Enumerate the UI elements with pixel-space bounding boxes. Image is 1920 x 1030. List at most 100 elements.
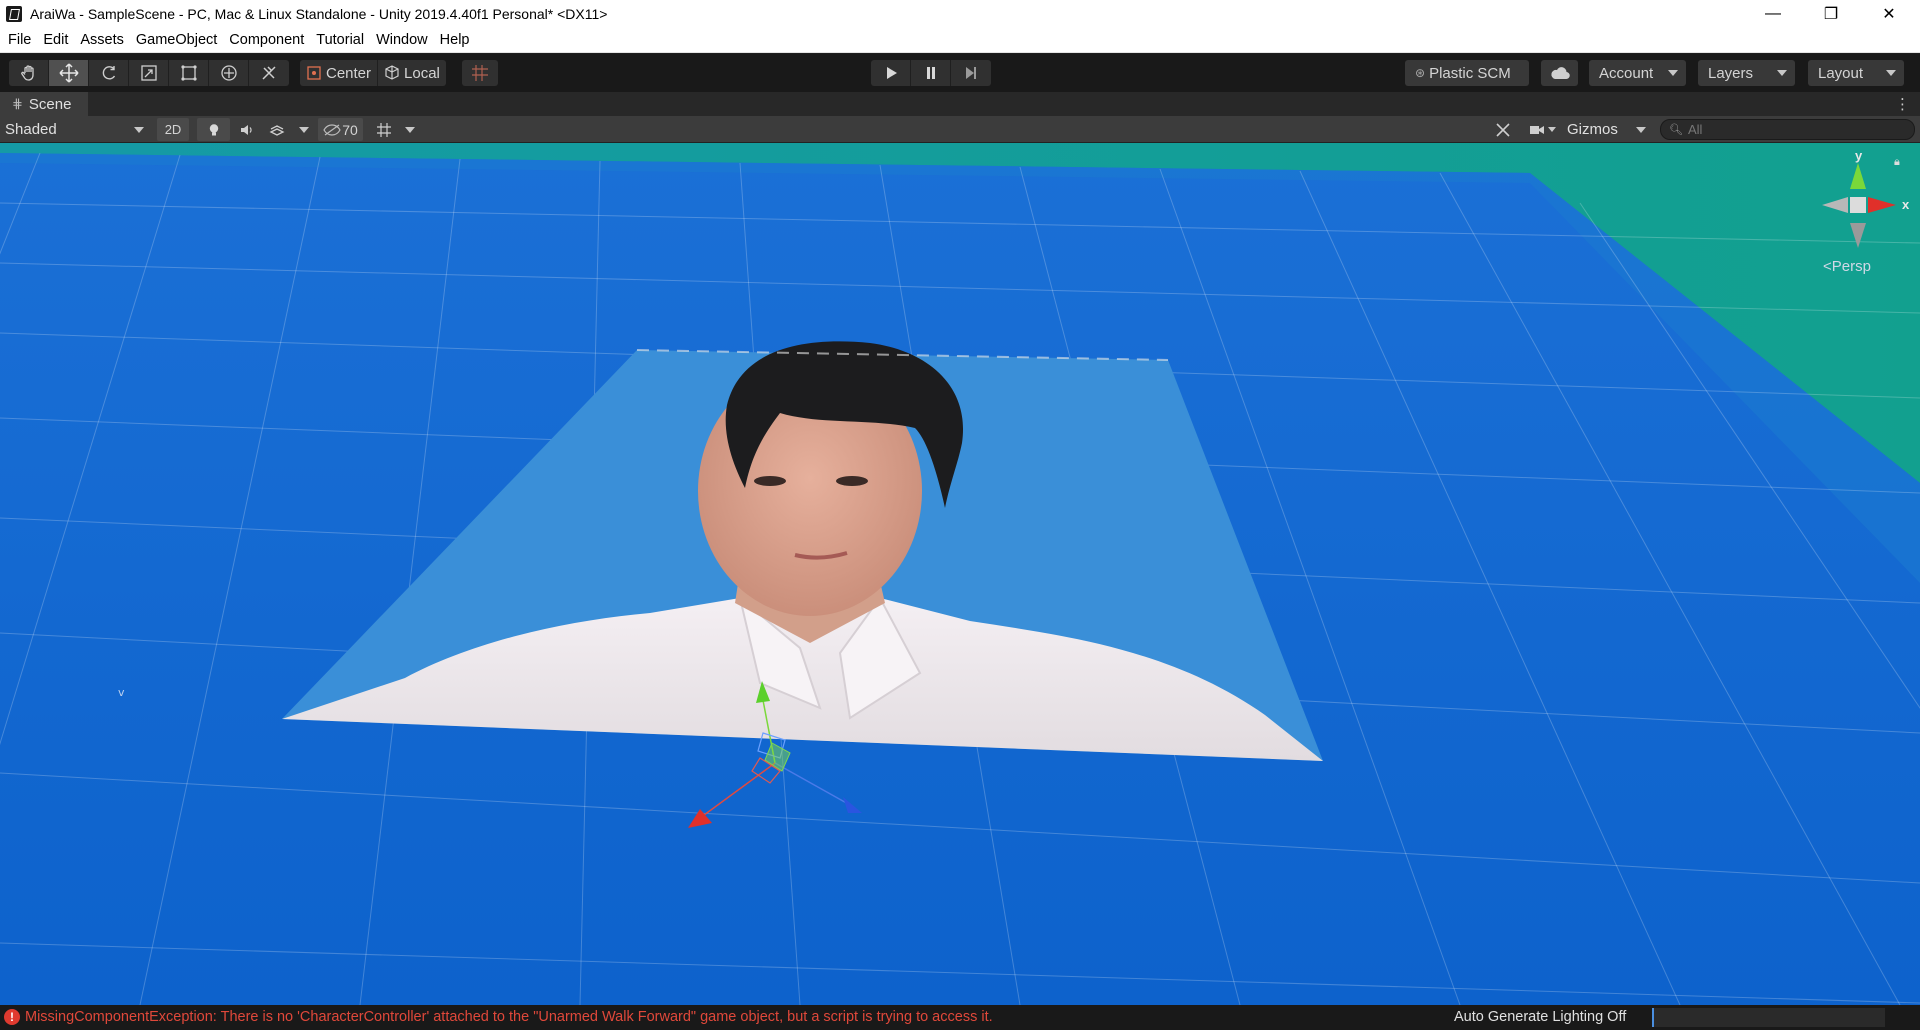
scene-tools-button[interactable] [1489, 118, 1517, 141]
move-tool-button[interactable] [49, 60, 89, 86]
scene-tab-bar: ⋕ Scene ⋮ [0, 92, 1920, 116]
chevron-down-icon [1547, 127, 1556, 132]
layers-label: Layers [1708, 64, 1754, 82]
rect-tool-button[interactable] [169, 60, 209, 86]
lightbulb-icon [209, 123, 218, 135]
effects-layers-icon [269, 124, 285, 136]
tab-scene-label: Scene [28, 95, 72, 113]
playmode-controls [871, 60, 991, 86]
plastic-scm-button[interactable]: ⊛ Plastic SCM [1405, 60, 1529, 86]
menu-edit[interactable]: Edit [37, 32, 74, 48]
cloud-button[interactable] [1541, 60, 1578, 86]
lighting-status[interactable]: Auto Generate Lighting Off [1454, 1009, 1626, 1025]
bake-progress-bar [1652, 1008, 1885, 1027]
transform-icon [220, 65, 237, 81]
plastic-scm-icon: ⊛ [1415, 66, 1426, 80]
error-icon: ! [4, 1009, 20, 1025]
scene-toolbar: Shaded 2D 70 Gizmos 🔍︎ All [0, 116, 1920, 143]
console-error-message[interactable]: MissingComponentException: There is no '… [25, 1009, 993, 1025]
scale-tool-button[interactable] [129, 60, 169, 86]
scene-search-input[interactable]: 🔍︎ All [1660, 119, 1915, 140]
account-label: Account [1599, 64, 1654, 82]
kebab-menu-icon[interactable]: ⋮ [1895, 95, 1910, 113]
draw-mode-dropdown[interactable]: Shaded [0, 118, 150, 141]
hidden-objects-count: 70 [342, 121, 358, 138]
menu-assets[interactable]: Assets [74, 32, 130, 48]
tab-scene[interactable]: ⋕ Scene [0, 92, 88, 116]
chevron-down-icon [1668, 70, 1678, 76]
pivot-center-button[interactable]: Center [300, 60, 379, 86]
crossed-tools-icon [1496, 122, 1510, 137]
custom-tool-button[interactable] [249, 60, 289, 86]
lighting-toggle[interactable] [197, 118, 230, 141]
status-bar: ! MissingComponentException: There is no… [0, 1005, 1920, 1030]
step-button[interactable] [951, 60, 991, 86]
toggle-2d-button[interactable]: 2D [157, 118, 189, 141]
transform-tool-button[interactable] [209, 60, 249, 86]
menu-tutorial[interactable]: Tutorial [310, 32, 370, 48]
grid-dropdown[interactable] [399, 118, 421, 141]
cloud-icon [1551, 67, 1570, 80]
gizmo-y-label: y [1855, 148, 1863, 163]
layout-label: Layout [1818, 64, 1864, 82]
lock-icon[interactable]: 🔒︎ [1894, 156, 1900, 169]
scene-viewport[interactable]: v y x 🔒︎ <Persp [0, 143, 1920, 1005]
restore-button[interactable]: ❐ [1802, 0, 1860, 27]
account-dropdown[interactable]: Account [1589, 60, 1686, 86]
chevron-down-icon [405, 126, 415, 133]
toggle-2d-label: 2D [164, 122, 182, 137]
main-toolbar: Center Local ⊛ Plastic SCM Account Layer… [0, 54, 1920, 92]
menu-gameobject[interactable]: GameObject [130, 32, 223, 48]
pivot-center-label: Center [326, 64, 372, 82]
grid-toggle[interactable] [370, 118, 397, 141]
chevron-down-icon [1886, 70, 1896, 76]
local-cube-icon [385, 65, 399, 80]
pivot-tools: Center Local [300, 60, 446, 86]
audio-toggle[interactable] [231, 118, 261, 141]
window-title-bar: AraiWa - SampleScene - PC, Mac & Linux S… [0, 0, 1920, 27]
scene-visibility-toggle[interactable]: 70 [318, 118, 363, 141]
rect-transform-icon [180, 65, 197, 81]
pivot-center-icon [307, 66, 321, 80]
gizmos-dropdown[interactable]: Gizmos [1562, 118, 1652, 141]
pause-button[interactable] [911, 60, 951, 86]
grid-snap-button[interactable] [462, 60, 498, 86]
projection-toggle[interactable]: <Persp [1823, 258, 1871, 275]
menu-component[interactable]: Component [223, 32, 310, 48]
minimize-icon: — [1765, 4, 1781, 22]
gizmo-x-label: x [1902, 197, 1910, 212]
effects-dropdown[interactable] [293, 118, 315, 141]
layout-dropdown[interactable]: Layout [1808, 60, 1904, 86]
speaker-icon [241, 124, 252, 135]
layers-dropdown[interactable]: Layers [1698, 60, 1795, 86]
grid-icon [376, 122, 391, 137]
pivot-local-label: Local [404, 64, 440, 82]
transform-tools [9, 60, 289, 86]
menu-file[interactable]: File [2, 32, 37, 48]
menu-help[interactable]: Help [434, 32, 476, 48]
effects-toggle[interactable] [262, 118, 292, 141]
play-button[interactable] [871, 60, 911, 86]
minimize-button[interactable]: — [1744, 0, 1802, 27]
grid-snap-group [462, 60, 498, 86]
rotate-icon [102, 66, 115, 80]
close-window-button[interactable]: ✕ [1860, 0, 1918, 27]
move-icon [58, 63, 79, 83]
hidden-eye-icon [323, 123, 341, 136]
rotate-tool-button[interactable] [89, 60, 129, 86]
unity-app-icon [6, 5, 22, 22]
chevron-down-icon [134, 127, 144, 133]
cursor-mark: v [118, 686, 125, 699]
step-icon [966, 67, 976, 79]
wrench-icon [262, 66, 276, 80]
scene-render: v [0, 143, 1920, 1005]
hand-tool-button[interactable] [9, 60, 49, 86]
search-icon: 🔍︎ [1669, 124, 1683, 136]
pause-icon [926, 67, 935, 79]
camera-settings-dropdown[interactable] [1522, 118, 1562, 141]
menu-window[interactable]: Window [370, 32, 434, 48]
restore-icon: ❐ [1823, 5, 1839, 23]
menu-bar: File Edit Assets GameObject Component Tu… [0, 27, 1920, 53]
pivot-local-button[interactable]: Local [378, 60, 446, 86]
chevron-down-icon [299, 126, 309, 133]
